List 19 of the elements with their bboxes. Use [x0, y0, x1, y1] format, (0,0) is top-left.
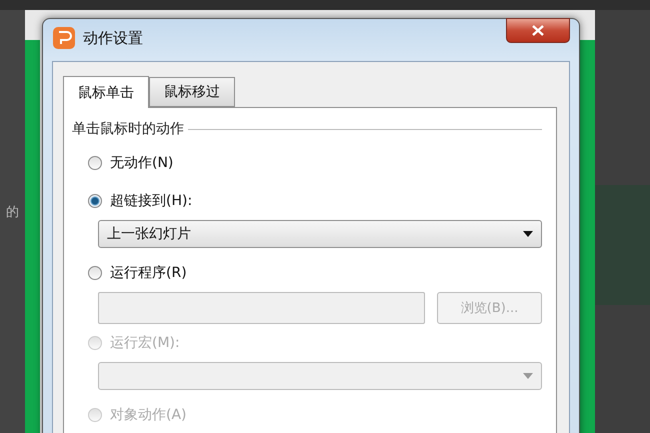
tab[interactable]: 鼠标单击: [63, 76, 149, 108]
radio-button[interactable]: [88, 156, 102, 170]
radio-label: 运行宏(M):: [110, 334, 180, 352]
tab[interactable]: 鼠标移过: [149, 77, 235, 107]
radio-button[interactable]: [88, 266, 102, 280]
close-button[interactable]: [506, 18, 570, 43]
radio-label: 对象动作(A): [110, 406, 187, 424]
close-icon: [532, 25, 544, 36]
caret-icon: [523, 231, 533, 237]
radio-label: 运行程序(R): [110, 264, 187, 282]
dropdown[interactable]: 上一张幻灯片: [98, 220, 542, 248]
window-title: 动作设置: [83, 28, 144, 48]
radio-label: 无动作(N): [110, 154, 174, 172]
caret-icon: [523, 373, 533, 379]
radio-label: 超链接到(H):: [110, 192, 192, 210]
group-title: 单击鼠标时的动作: [72, 120, 184, 138]
app-logo-icon: [53, 27, 75, 49]
radio-button[interactable]: [88, 194, 102, 208]
background-text: 的: [6, 204, 19, 220]
